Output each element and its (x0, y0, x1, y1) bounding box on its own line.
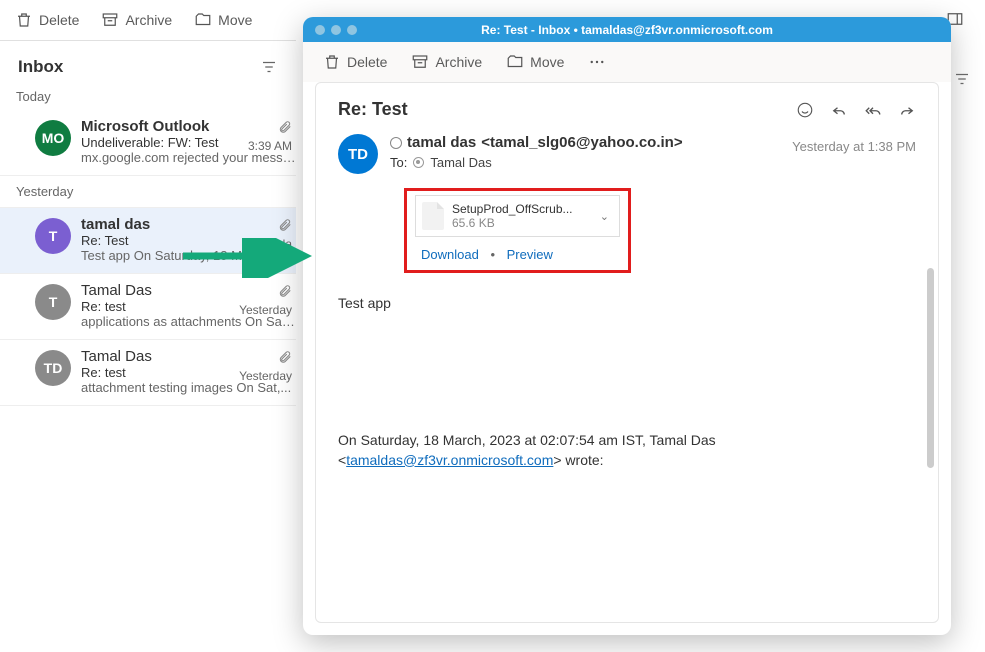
message-time: Yesterda (245, 237, 292, 251)
annotation-highlight-box: SetupProd_OffScrub... 65.6 KB ⌄ Download… (404, 188, 631, 273)
minimize-icon[interactable] (331, 25, 341, 35)
window-titlebar[interactable]: Re: Test - Inbox • tamaldas@zf3vr.onmicr… (303, 17, 951, 42)
move-icon (506, 53, 524, 71)
attachment-info: SetupProd_OffScrub... 65.6 KB (452, 202, 596, 231)
message-from: Microsoft Outlook (81, 118, 296, 135)
download-link[interactable]: Download (421, 247, 479, 262)
email-body: Test app (316, 273, 938, 311)
ellipsis-icon (588, 53, 606, 71)
avatar: TD (35, 350, 71, 386)
delete-label: Delete (347, 54, 387, 70)
email-toolbar-wrap: Delete Archive Move (303, 42, 951, 82)
sender-email: <tamal_slg06@yahoo.co.in> (481, 134, 682, 151)
message-item[interactable]: MO Microsoft Outlook Undeliverable: FW: … (0, 110, 296, 176)
email-actions (796, 101, 916, 119)
forward-icon[interactable] (898, 101, 916, 119)
more-button[interactable] (588, 53, 606, 71)
delete-button[interactable]: Delete (15, 11, 79, 29)
attachment-size: 65.6 KB (452, 216, 596, 230)
react-icon[interactable] (796, 101, 814, 119)
archive-label: Archive (435, 54, 482, 70)
sender-name: tamal das (407, 134, 476, 151)
archive-button[interactable]: Archive (411, 53, 482, 71)
message-item[interactable]: TD Tamal Das Re: test attachment testing… (0, 340, 296, 406)
recipient-presence-icon (413, 157, 424, 168)
message-list-panel: Inbox Today MO Microsoft Outlook Undeliv… (0, 40, 296, 652)
quoted-suffix: > wrote: (553, 452, 603, 468)
attachment-icon (278, 284, 292, 301)
move-label: Move (218, 12, 252, 28)
group-yesterday-label: Yesterday (0, 176, 296, 208)
email-toolbar: Delete Archive Move (303, 53, 951, 71)
trash-icon (15, 11, 33, 29)
message-from: tamal das (81, 216, 296, 233)
filter-icon[interactable] (953, 70, 971, 88)
email-card: Re: Test TD tamal das <tamal_slg06@yahoo… (315, 82, 939, 623)
attachment-icon (278, 350, 292, 367)
avatar: T (35, 284, 71, 320)
archive-label: Archive (125, 12, 172, 28)
move-button[interactable]: Move (506, 53, 564, 71)
message-from: Tamal Das (81, 348, 296, 365)
group-today-label: Today (0, 87, 296, 110)
preview-link[interactable]: Preview (507, 247, 553, 262)
attachment-chip[interactable]: SetupProd_OffScrub... 65.6 KB ⌄ (415, 195, 620, 237)
separator-dot: • (490, 247, 495, 262)
message-from: Tamal Das (81, 282, 296, 299)
avatar: TD (338, 134, 378, 174)
presence-icon (390, 137, 402, 149)
archive-icon (411, 53, 429, 71)
email-date: Yesterday at 1:38 PM (792, 139, 916, 154)
move-icon (194, 11, 212, 29)
to-label: To: (390, 155, 407, 170)
trash-icon (323, 53, 341, 71)
window-title: Re: Test - Inbox • tamaldas@zf3vr.onmicr… (481, 23, 773, 37)
quoted-email-link[interactable]: tamaldas@zf3vr.onmicrosoft.com (346, 452, 553, 468)
archive-button[interactable]: Archive (101, 11, 172, 29)
scrollbar[interactable] (927, 268, 934, 468)
message-item[interactable]: T Tamal Das Re: test applications as att… (0, 274, 296, 340)
file-icon (422, 202, 444, 230)
message-time: 3:39 AM (248, 139, 292, 153)
filter-icon[interactable] (260, 58, 278, 76)
email-card-header: Re: Test (316, 83, 938, 124)
avatar: MO (35, 120, 71, 156)
reply-all-icon[interactable] (864, 101, 882, 119)
avatar: T (35, 218, 71, 254)
message-time: Yesterday (239, 369, 292, 383)
message-time: Yesterday (239, 303, 292, 317)
archive-icon (101, 11, 119, 29)
delete-button[interactable]: Delete (323, 53, 387, 71)
quoted-header: On Saturday, 18 March, 2023 at 02:07:54 … (316, 311, 938, 470)
inbox-label: Inbox (18, 57, 63, 77)
move-label: Move (530, 54, 564, 70)
message-item[interactable]: T tamal das Re: Test Test app On Saturda… (0, 208, 296, 274)
window-controls[interactable] (315, 25, 357, 35)
zoom-icon[interactable] (347, 25, 357, 35)
close-icon[interactable] (315, 25, 325, 35)
move-button[interactable]: Move (194, 11, 252, 29)
to-line: To: Tamal Das (390, 155, 916, 170)
attachment-icon (278, 120, 292, 137)
inbox-header: Inbox (0, 41, 296, 87)
chevron-down-icon[interactable]: ⌄ (596, 206, 613, 227)
email-subject: Re: Test (338, 99, 796, 120)
to-name: Tamal Das (430, 155, 491, 170)
delete-label: Delete (39, 12, 79, 28)
attachment-icon (278, 218, 292, 235)
email-window: Re: Test - Inbox • tamaldas@zf3vr.onmicr… (303, 17, 951, 635)
attachment-name: SetupProd_OffScrub... (452, 202, 596, 216)
reply-icon[interactable] (830, 101, 848, 119)
attachment-links: Download • Preview (407, 237, 628, 262)
